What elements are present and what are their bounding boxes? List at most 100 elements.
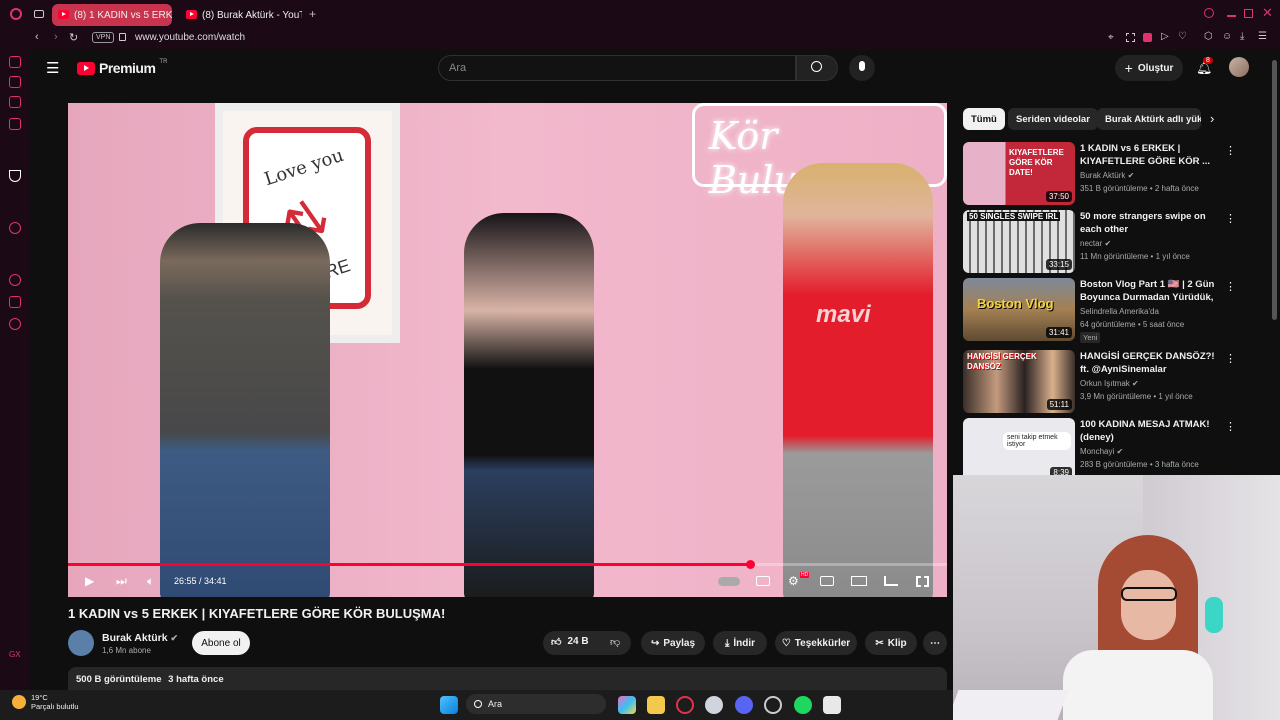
guide-menu-icon[interactable]: ☰: [46, 59, 59, 77]
vpn-badge[interactable]: VPN: [92, 32, 115, 43]
download-icon[interactable]: ⤓: [1240, 31, 1244, 42]
sidebar-messenger-icon[interactable]: [9, 118, 21, 130]
tab-island-icon[interactable]: [34, 10, 44, 18]
subtitles-icon[interactable]: [756, 576, 770, 586]
sidebar-history-icon[interactable]: [9, 56, 21, 68]
chip-all[interactable]: Tümü: [963, 108, 1005, 130]
video-player[interactable]: Love you ⇅ MORE Kör Buluşma mavi: [68, 103, 947, 597]
next-icon[interactable]: ⏭︎: [116, 574, 127, 589]
sidebar-settings-icon[interactable]: [9, 318, 21, 330]
maximize-icon[interactable]: [1244, 9, 1253, 18]
notifications-button[interactable]: 🔔︎ 8: [1194, 57, 1213, 75]
clip-button[interactable]: ✂ Klip: [865, 631, 917, 655]
duration-badge: 51:11: [1046, 399, 1072, 410]
miniplayer-icon[interactable]: [820, 576, 834, 586]
dislike-button[interactable]: 👎︎: [610, 636, 620, 648]
scrollbar-thumb[interactable]: [1272, 60, 1277, 320]
like-button[interactable]: 👍︎ 24 B: [551, 636, 589, 648]
weather-widget[interactable]: 19°C Parçalı bulutlu: [12, 693, 79, 711]
url-field[interactable]: www.youtube.com/watch: [135, 32, 245, 43]
minimize-icon[interactable]: [1227, 15, 1236, 17]
sidebar-pinboard-icon[interactable]: [9, 96, 21, 108]
more-vert-icon[interactable]: ⋮: [1225, 280, 1236, 293]
theater-icon[interactable]: [851, 576, 867, 586]
taskbar-search-label: Ara: [488, 699, 503, 709]
autoplay-toggle[interactable]: [718, 577, 740, 586]
recommendation-channel: Monchayi ✔: [1080, 447, 1124, 456]
share-icon: ↪: [650, 637, 660, 649]
recommendation-item[interactable]: 50 SINGLES SWIPE IRL 33:15 50 more stran…: [963, 210, 1263, 274]
opera-gx-icon[interactable]: [676, 696, 694, 714]
share-button[interactable]: ↪ Paylaş: [641, 631, 705, 655]
forward-icon[interactable]: ›: [54, 31, 58, 43]
easy-setup-icon[interactable]: ☰: [1258, 31, 1267, 42]
sidebar-more-icon[interactable]: GX: [9, 650, 21, 662]
more-vert-icon[interactable]: ⋮: [1225, 144, 1236, 157]
settings-icon[interactable]: ⚙: [788, 574, 799, 588]
close-icon[interactable]: ✕: [1262, 5, 1273, 21]
chip-channel[interactable]: Burak Aktürk adlı yük: [1097, 108, 1201, 130]
taskbar-search[interactable]: Ara: [466, 694, 606, 714]
recommendation-item[interactable]: seni takip etmek istiyor 8:39 100 KADINA…: [963, 418, 1263, 482]
pocket-icon[interactable]: [1143, 33, 1152, 42]
sidebar-clock-icon[interactable]: [9, 274, 21, 286]
profile-icon[interactable]: ☺: [1222, 31, 1232, 42]
tab-title: (8) 1 KADIN vs 5 ERKEK |: [74, 9, 172, 21]
search-tabs-icon[interactable]: [1204, 8, 1214, 18]
extensions-icon[interactable]: ⬡: [1204, 31, 1213, 42]
more-actions-button[interactable]: ⋯: [923, 631, 947, 655]
new-tab-icon[interactable]: +: [309, 7, 316, 21]
sidebar-aria-icon[interactable]: [9, 170, 21, 182]
bookmark-icon[interactable]: ⌖: [1108, 32, 1114, 43]
opera-menu-icon[interactable]: [10, 8, 22, 20]
snapshot-icon[interactable]: [1126, 33, 1135, 42]
back-icon[interactable]: ‹: [35, 31, 39, 43]
chevron-right-icon[interactable]: ›: [1210, 111, 1214, 126]
streamer-face: [1121, 570, 1176, 640]
channel-avatar[interactable]: [68, 630, 94, 656]
recommendation-item[interactable]: KIYAFETLERE GÖRE KÖR DATE! 37:50 1 KADIN…: [963, 142, 1263, 206]
thumbnail-text: Boston Vlog: [977, 296, 1054, 311]
account-avatar[interactable]: [1229, 57, 1249, 77]
channel-name[interactable]: Burak Aktürk ✔: [102, 632, 178, 644]
play-icon[interactable]: ▶: [85, 574, 94, 588]
voice-search-button[interactable]: [849, 55, 875, 81]
tab-active-video[interactable]: (8) 1 KADIN vs 5 ERKEK |: [52, 4, 172, 26]
thanks-button[interactable]: ♡ Teşekkürler: [775, 631, 857, 655]
more-vert-icon[interactable]: ⋮: [1225, 352, 1236, 365]
player-icon[interactable]: ▷: [1161, 31, 1169, 42]
recommendation-thumbnail[interactable]: Boston Vlog 31:41: [963, 278, 1075, 341]
recommendation-item[interactable]: HANGİSİ GERÇEK DANSÖZ 51:11 HANGİSİ GERÇ…: [963, 350, 1263, 414]
more-vert-icon[interactable]: ⋮: [1225, 420, 1236, 433]
search-button[interactable]: [796, 55, 838, 81]
spotify-icon[interactable]: [794, 696, 812, 714]
create-button[interactable]: + Oluştur: [1115, 55, 1183, 81]
steam-icon[interactable]: [705, 696, 723, 714]
obs-icon[interactable]: [764, 696, 782, 714]
recommendation-item[interactable]: Boston Vlog 31:41 Boston Vlog Part 1 🇺🇸 …: [963, 278, 1263, 343]
discord-icon[interactable]: [735, 696, 753, 714]
chip-series[interactable]: Seriden videolar: [1008, 108, 1098, 130]
fullscreen-icon[interactable]: [916, 576, 929, 587]
youtube-logo[interactable]: Premium TR: [77, 59, 167, 76]
more-vert-icon[interactable]: ⋮: [1225, 212, 1236, 225]
copilot-icon[interactable]: [618, 696, 636, 714]
snipping-tool-icon[interactable]: [823, 696, 841, 714]
search-input[interactable]: Ara: [438, 55, 796, 81]
download-button[interactable]: ⤓ İndir: [713, 631, 767, 655]
subscribe-button[interactable]: Abone ol: [192, 631, 250, 655]
recommendation-thumbnail[interactable]: HANGİSİ GERÇEK DANSÖZ 51:11: [963, 350, 1075, 413]
sidebar-shopping-icon[interactable]: [9, 76, 21, 88]
file-explorer-icon[interactable]: [647, 696, 665, 714]
start-icon[interactable]: [440, 696, 458, 714]
tab-channel[interactable]: (8) Burak Aktürk - YouTub: [180, 4, 302, 26]
sidebar-player-icon[interactable]: [9, 222, 21, 234]
sidebar-extensions-icon[interactable]: [9, 296, 21, 308]
recommendation-thumbnail[interactable]: 50 SINGLES SWIPE IRL 33:15: [963, 210, 1075, 273]
recommendation-thumbnail[interactable]: seni takip etmek istiyor 8:39: [963, 418, 1075, 481]
cast-icon[interactable]: [884, 576, 898, 586]
volume-icon[interactable]: 🔈︎: [147, 574, 154, 589]
heart-icon[interactable]: ♡: [1178, 31, 1187, 42]
reload-icon[interactable]: ↻: [69, 31, 78, 44]
recommendation-thumbnail[interactable]: KIYAFETLERE GÖRE KÖR DATE! 37:50: [963, 142, 1075, 205]
